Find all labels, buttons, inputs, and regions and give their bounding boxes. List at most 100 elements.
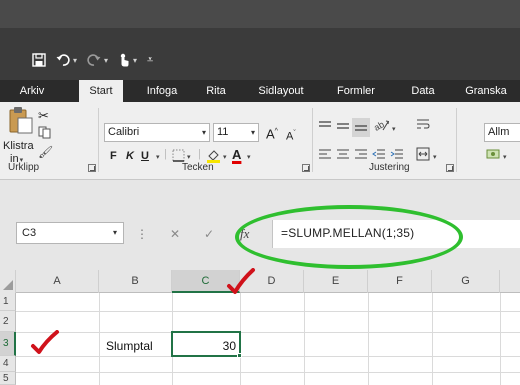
underline-button[interactable]: U xyxy=(141,148,149,164)
font-launcher-icon[interactable] xyxy=(302,164,310,172)
cell-c3[interactable]: 30 xyxy=(172,337,236,355)
enter-icon[interactable]: ✓ xyxy=(204,224,214,244)
grow-font-button[interactable]: A^ xyxy=(266,124,278,142)
touch-dropdown-icon[interactable]: ▾ xyxy=(133,56,137,65)
touch-mode-icon[interactable] xyxy=(118,53,130,67)
clipboard-launcher-icon[interactable] xyxy=(88,164,96,172)
tab-rita[interactable]: Rita xyxy=(198,80,234,102)
ribbon-separator xyxy=(312,108,313,172)
save-icon[interactable] xyxy=(32,53,46,67)
customize-qat-icon[interactable]: ⩡ xyxy=(147,50,153,70)
ribbon-tabs: Arkiv Start Infoga Rita Sidlayout Formle… xyxy=(0,80,520,102)
align-right-icon[interactable] xyxy=(354,148,368,165)
font-name-select[interactable]: Calibri ▾ xyxy=(104,123,210,142)
align-center-icon[interactable] xyxy=(336,148,350,165)
chevron-down-icon: ▾ xyxy=(250,128,255,137)
font-color-dropdown-icon[interactable]: ▾ xyxy=(246,148,251,166)
orientation-icon[interactable]: ab xyxy=(372,118,390,137)
chevron-down-icon[interactable]: ▾ xyxy=(113,223,117,243)
svg-text:ab: ab xyxy=(374,119,386,132)
formula-bar-area: C3 ▾ ⋮ ✕ ✓ fx =SLUMP.MELLAN(1;35) xyxy=(0,180,520,270)
shrink-font-arrow: ˇ xyxy=(293,130,296,137)
font-group-label: Tecken xyxy=(182,162,214,173)
column-header-f[interactable]: F xyxy=(368,270,432,293)
tab-infoga[interactable]: Infoga xyxy=(138,80,186,102)
gridline xyxy=(500,293,501,385)
row-header-5[interactable]: 5 xyxy=(0,372,16,385)
row-header-4[interactable]: 4 xyxy=(0,356,16,372)
column-header-d[interactable]: D xyxy=(240,270,304,293)
gridline xyxy=(16,356,520,357)
tab-sidlayout[interactable]: Sidlayout xyxy=(248,80,314,102)
number-format-select[interactable]: Allm xyxy=(484,123,520,142)
alignment-group-label: Justering xyxy=(369,162,410,173)
underline-dropdown-icon[interactable]: ▾ xyxy=(155,148,160,166)
tab-data[interactable]: Data xyxy=(403,80,443,102)
paste-icon[interactable] xyxy=(8,106,34,139)
bold-button[interactable]: F xyxy=(110,148,117,164)
name-box[interactable]: C3 ▾ xyxy=(16,222,124,244)
wrap-text-icon[interactable] xyxy=(416,118,430,137)
column-header-b[interactable]: B xyxy=(99,270,172,293)
cell-b3[interactable]: Slumptal xyxy=(106,337,153,355)
chevron-down-icon: ▾ xyxy=(201,128,206,137)
align-top-icon[interactable] xyxy=(318,120,332,137)
ribbon-separator xyxy=(98,108,99,172)
fill-handle[interactable] xyxy=(237,353,242,358)
merge-center-icon[interactable] xyxy=(416,147,430,166)
row-header-1[interactable]: 1 xyxy=(0,293,16,311)
font-size-select[interactable]: 11 ▾ xyxy=(213,123,259,142)
undo-dropdown-icon[interactable]: ▾ xyxy=(73,56,77,65)
column-header-g[interactable]: G xyxy=(432,270,500,293)
select-all-button[interactable] xyxy=(0,270,16,293)
insert-function-icon[interactable]: fx xyxy=(240,224,249,244)
worksheet-grid: A B C D E F G 1 2 3 4 5 Slumptal 30 xyxy=(0,270,520,385)
accounting-dropdown-icon[interactable]: ▾ xyxy=(502,148,507,166)
select-all-triangle xyxy=(3,280,13,290)
row-header-3[interactable]: 3 xyxy=(0,332,16,356)
tab-start[interactable]: Start xyxy=(79,80,123,102)
shrink-font-button[interactable]: Aˇ xyxy=(286,126,296,145)
fill-color-dropdown-icon[interactable]: ▾ xyxy=(222,148,227,166)
window-top-strip xyxy=(0,0,520,28)
font-size-value: 11 xyxy=(217,126,229,138)
tab-arkiv[interactable]: Arkiv xyxy=(10,80,54,102)
formula-text[interactable]: =SLUMP.MELLAN(1;35) xyxy=(281,226,414,240)
separator-bar: | xyxy=(198,148,201,160)
grow-font-letter: A xyxy=(266,126,275,142)
align-bottom-icon[interactable] xyxy=(352,118,370,137)
separator-bar: | xyxy=(164,148,167,160)
copy-icon[interactable] xyxy=(38,126,52,144)
align-middle-icon[interactable] xyxy=(336,120,350,137)
quick-access-toolbar: ▾ ▾ ▾ ⩡ xyxy=(32,50,153,70)
gridline xyxy=(99,293,100,385)
more-options-icon[interactable]: ⋮ xyxy=(136,224,148,244)
redo-icon[interactable] xyxy=(87,53,101,67)
redo-dropdown-icon[interactable]: ▾ xyxy=(104,56,108,65)
tab-granska[interactable]: Granska xyxy=(458,80,514,102)
cancel-icon[interactable]: ✕ xyxy=(170,224,180,244)
align-left-icon[interactable] xyxy=(318,148,332,165)
row-header-2[interactable]: 2 xyxy=(0,311,16,332)
clipboard-group-label: Urklipp xyxy=(8,162,40,173)
cut-icon[interactable]: ✂ xyxy=(38,108,49,124)
column-header-e[interactable]: E xyxy=(304,270,368,293)
tab-formler[interactable]: Formler xyxy=(330,80,382,102)
orientation-dropdown-icon[interactable]: ▾ xyxy=(391,120,396,138)
grow-font-arrow: ^ xyxy=(274,128,278,135)
undo-icon[interactable] xyxy=(56,53,70,67)
merge-dropdown-icon[interactable]: ▾ xyxy=(432,148,437,166)
accounting-format-icon[interactable] xyxy=(486,147,502,166)
gridline xyxy=(304,293,305,385)
column-header-c[interactable]: C xyxy=(172,270,240,293)
italic-button[interactable]: K xyxy=(126,148,134,164)
alignment-launcher-icon[interactable] xyxy=(446,164,454,172)
column-header-a[interactable]: A xyxy=(16,270,99,293)
format-painter-icon[interactable]: 🖌 xyxy=(38,144,53,160)
font-color-button[interactable]: A xyxy=(232,147,241,163)
column-header-partial[interactable] xyxy=(500,270,520,293)
title-bar: ▾ ▾ ▾ ⩡ xyxy=(0,0,520,80)
name-box-value: C3 xyxy=(22,227,37,239)
column-headers: A B C D E F G xyxy=(0,270,520,293)
gridline xyxy=(16,372,520,373)
